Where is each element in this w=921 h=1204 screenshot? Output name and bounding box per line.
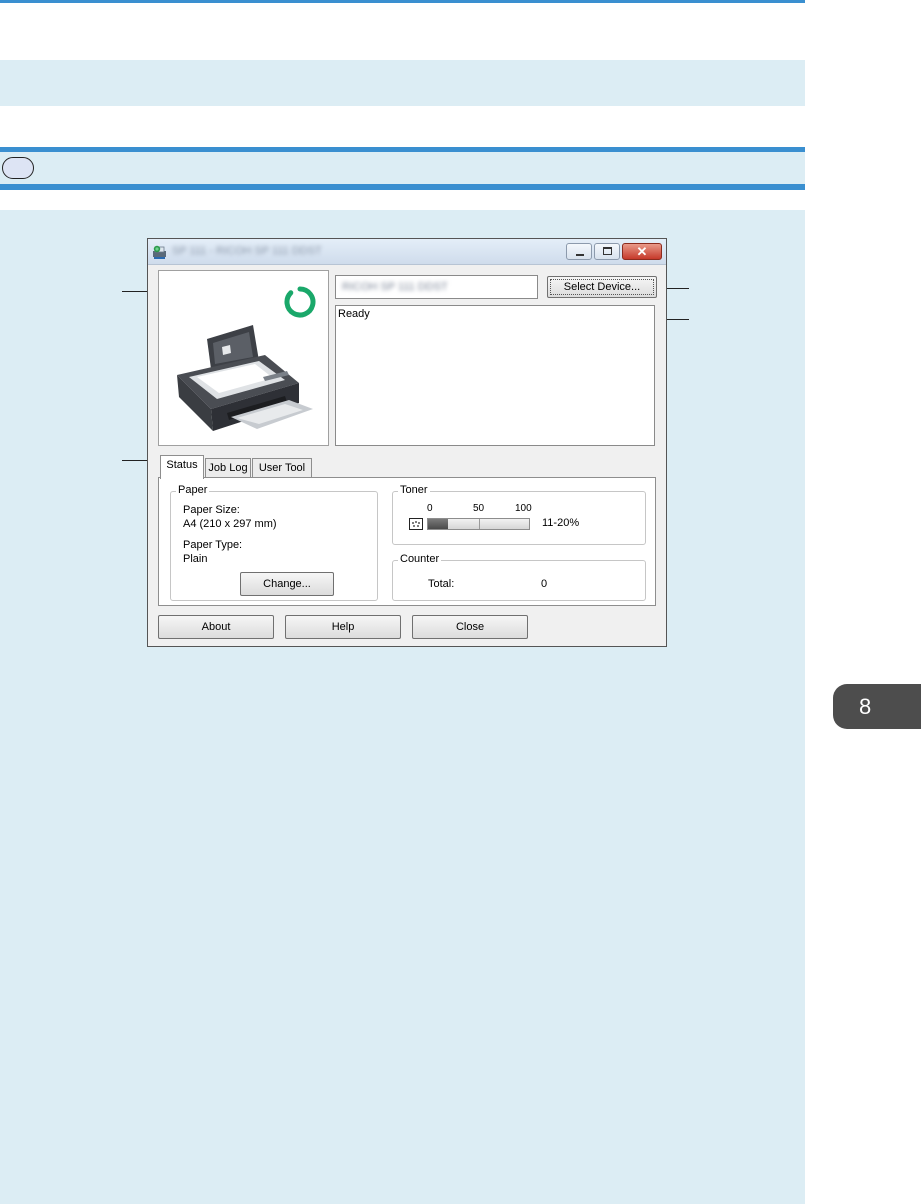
maximize-button[interactable] <box>594 243 620 260</box>
paper-type-label: Paper Type: <box>183 539 243 551</box>
paper-size-label: Paper Size: <box>183 504 240 516</box>
paper-groupbox: Paper Paper Size: A4 (210 x 297 mm) Pape… <box>170 484 378 601</box>
toner-cartridge-icon <box>409 518 423 530</box>
change-button[interactable]: Change... <box>240 572 334 596</box>
counter-group-label: Counter <box>398 553 442 565</box>
toner-scale-mid: 50 <box>473 503 485 514</box>
toner-level-bar <box>427 518 530 530</box>
status-message: Ready <box>338 308 370 320</box>
tab-job-log[interactable]: Job Log <box>205 458 251 478</box>
printer-illustration <box>177 325 313 431</box>
minimize-button[interactable] <box>566 243 592 260</box>
close-button[interactable]: Close <box>412 615 528 639</box>
toner-group-label: Toner <box>398 484 430 496</box>
printer-image-panel <box>158 270 329 446</box>
counter-total-label: Total: <box>428 578 455 590</box>
help-button[interactable]: Help <box>285 615 401 639</box>
minimize-icon <box>576 254 584 256</box>
select-device-button[interactable]: Select Device... <box>547 276 657 298</box>
ready-ring-icon <box>284 286 316 318</box>
top-rule <box>0 0 805 3</box>
toner-scale-max: 100 <box>515 503 532 514</box>
heading-marker-icon <box>2 157 34 179</box>
header-band <box>0 60 805 106</box>
toner-mid-tick <box>478 519 480 529</box>
chapter-tab: 8 <box>833 684 921 729</box>
status-message-box: Ready <box>335 305 655 446</box>
window-title: SP 111 - RICOH SP 111 DDST <box>172 245 322 257</box>
toner-groupbox: Toner 0 50 100 11-20% <box>392 484 646 545</box>
title-bar[interactable]: SP 111 - RICOH SP 111 DDST ✕ <box>148 239 666 265</box>
toner-level-fill <box>428 519 449 529</box>
tab-user-tool[interactable]: User Tool <box>252 458 312 478</box>
maximize-icon <box>603 247 612 255</box>
toner-level-text: 11-20% <box>542 517 580 529</box>
status-tab-panel: Paper Paper Size: A4 (210 x 297 mm) Pape… <box>158 477 656 606</box>
about-button[interactable]: About <box>158 615 274 639</box>
window-close-button[interactable]: ✕ <box>622 243 662 260</box>
toner-scale-min: 0 <box>427 503 433 514</box>
counter-total-value: 0 <box>541 578 548 590</box>
device-name-text: RICOH SP 111 DDST <box>342 281 448 293</box>
status-monitor-window: SP 111 - RICOH SP 111 DDST ✕ RICOH SP 11… <box>147 238 667 647</box>
paper-group-label: Paper <box>176 484 210 496</box>
section-heading-bar <box>0 147 805 190</box>
paper-size-value: A4 (210 x 297 mm) <box>183 518 277 530</box>
paper-type-value: Plain <box>183 553 208 565</box>
device-name-field[interactable]: RICOH SP 111 DDST <box>335 275 538 299</box>
printer-globe-icon <box>153 245 166 259</box>
close-icon: ✕ <box>636 244 648 259</box>
tab-status[interactable]: Status <box>160 455 204 479</box>
counter-groupbox: Counter Total: 0 <box>392 553 646 601</box>
